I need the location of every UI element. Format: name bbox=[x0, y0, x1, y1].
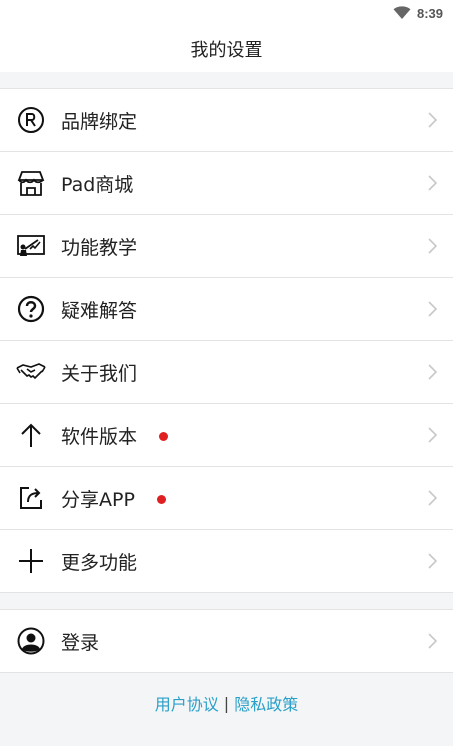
menu-item-more-features[interactable]: 更多功能 bbox=[0, 530, 453, 593]
page-title: 我的设置 bbox=[190, 40, 263, 61]
store-icon bbox=[16, 168, 46, 198]
status-time: 8:39 bbox=[416, 5, 443, 21]
menu-item-label: 功能教学 bbox=[61, 236, 138, 259]
update-badge bbox=[159, 431, 169, 441]
header: 我的设置 bbox=[0, 26, 453, 72]
menu-item-faq[interactable]: 疑难解答 bbox=[0, 278, 453, 341]
user-avatar-icon bbox=[16, 626, 46, 656]
chevron-right-icon bbox=[428, 364, 438, 380]
menu-item-label: Pad商城 bbox=[61, 173, 134, 196]
footer-links: 用户协议 | 隐私政策 bbox=[0, 690, 453, 716]
menu-item-label: 软件版本 bbox=[61, 425, 138, 448]
menu-item-share-app[interactable]: 分享APP bbox=[0, 467, 453, 530]
plus-icon bbox=[16, 546, 46, 576]
chevron-right-icon bbox=[428, 238, 438, 254]
handshake-icon bbox=[16, 357, 46, 387]
menu-item-label: 疑难解答 bbox=[61, 299, 138, 322]
settings-menu: 品牌绑定 Pad商城 功能教学 疑难解答 关于我们 软件版本 分享APP 更多功… bbox=[0, 88, 453, 593]
menu-item-label: 更多功能 bbox=[61, 551, 138, 574]
status-bar: 8:39 bbox=[0, 0, 453, 26]
login-label: 登录 bbox=[61, 631, 100, 654]
teaching-board-icon bbox=[16, 231, 46, 261]
wifi-icon bbox=[393, 6, 411, 19]
footer-separator: | bbox=[223, 693, 230, 713]
chevron-right-icon bbox=[428, 112, 438, 128]
question-icon bbox=[16, 294, 46, 324]
menu-item-label: 分享APP bbox=[61, 488, 135, 511]
menu-item-label: 关于我们 bbox=[61, 362, 138, 385]
menu-item-brand-binding[interactable]: 品牌绑定 bbox=[0, 89, 453, 152]
chevron-right-icon bbox=[428, 301, 438, 317]
menu-item-software-version[interactable]: 软件版本 bbox=[0, 404, 453, 467]
menu-item-about-us[interactable]: 关于我们 bbox=[0, 341, 453, 404]
chevron-right-icon bbox=[428, 175, 438, 191]
account-section: 登录 bbox=[0, 609, 453, 673]
menu-item-label: 品牌绑定 bbox=[61, 110, 138, 133]
section-gap bbox=[0, 72, 453, 88]
menu-item-pad-store[interactable]: Pad商城 bbox=[0, 152, 453, 215]
chevron-right-icon bbox=[428, 553, 438, 569]
chevron-right-icon bbox=[428, 633, 438, 649]
user-agreement-link[interactable]: 用户协议 bbox=[155, 691, 219, 715]
chevron-right-icon bbox=[428, 427, 438, 443]
share-icon bbox=[16, 483, 46, 513]
privacy-policy-link[interactable]: 隐私政策 bbox=[234, 691, 298, 715]
menu-item-tutorial[interactable]: 功能教学 bbox=[0, 215, 453, 278]
chevron-right-icon bbox=[428, 490, 438, 506]
registered-icon bbox=[16, 105, 46, 135]
login-row[interactable]: 登录 bbox=[0, 610, 453, 673]
arrow-up-icon bbox=[16, 420, 46, 450]
share-badge bbox=[156, 494, 166, 504]
